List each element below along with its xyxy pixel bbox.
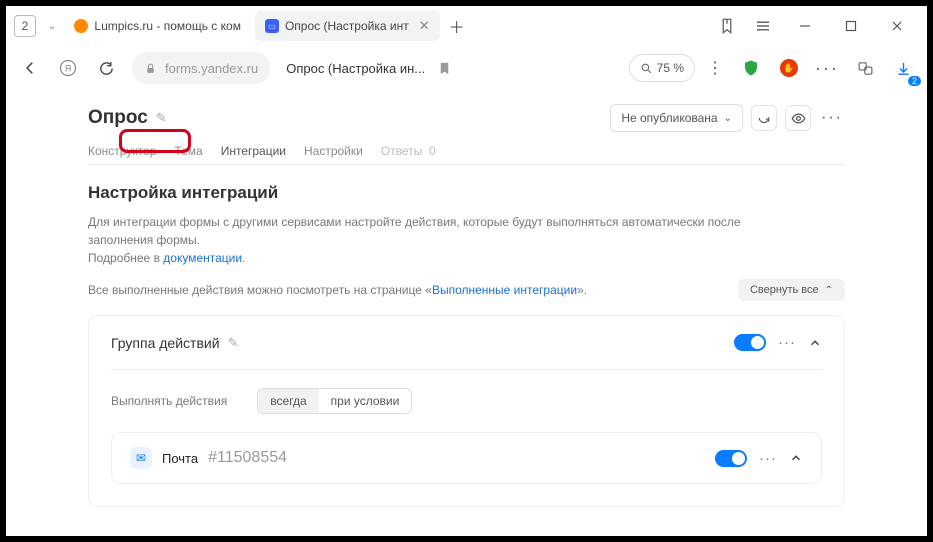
desc-line3a: Все выполненные действия можно посмотрет… xyxy=(88,283,432,297)
condition-segmented[interactable]: всегда при условии xyxy=(257,388,412,414)
tab-integrations[interactable]: Интеграции xyxy=(221,144,286,158)
tab-answers-count: 0 xyxy=(429,144,436,158)
tab-label: Lumpics.ru - помощь с ком xyxy=(94,19,241,33)
mail-menu-icon[interactable]: ··· xyxy=(759,450,777,467)
collapse-all-button[interactable]: Свернуть все ⌃ xyxy=(738,279,845,301)
form-header: Опрос ✎ Не опубликована ⌄ ··· xyxy=(88,104,845,132)
mail-action-card[interactable]: ✉ Почта #11508554 ··· xyxy=(111,432,822,484)
url-box[interactable]: forms.yandex.ru xyxy=(132,52,270,84)
search-icon xyxy=(640,62,653,75)
form-tabs: Конструктор Тема Интеграции Настройки От… xyxy=(88,144,845,165)
publish-status-label: Не опубликована xyxy=(621,111,717,125)
completed-integrations-link[interactable]: Выполненные интеграции xyxy=(432,283,577,297)
yandex-home-button[interactable]: Я xyxy=(52,52,84,84)
url-domain: forms.yandex.ru xyxy=(165,61,258,76)
zoom-value: 75 % xyxy=(657,61,684,75)
form-title: Опрос xyxy=(88,107,148,129)
group-title: Группа действий xyxy=(111,335,220,351)
page-title-text: Опрос (Настройка ин... xyxy=(286,61,425,76)
zoom-indicator[interactable]: 75 % xyxy=(629,54,695,82)
translate-icon[interactable] xyxy=(849,52,881,84)
desc-line3b: ». xyxy=(577,283,587,297)
reload-button[interactable] xyxy=(90,52,122,84)
section-title: Настройка интеграций xyxy=(88,183,845,203)
group-toggle[interactable] xyxy=(734,334,766,351)
mail-label: Почта xyxy=(162,451,198,466)
new-tab-button[interactable]: ＋ xyxy=(444,13,470,39)
tab-count-button[interactable]: 2 xyxy=(14,15,36,37)
group-collapse-icon[interactable] xyxy=(808,336,822,350)
section-description: Для интеграции формы с другими сервисами… xyxy=(88,213,748,267)
svg-text:Я: Я xyxy=(65,63,72,73)
adblock-icon[interactable]: ✋ xyxy=(773,52,805,84)
mail-toggle[interactable] xyxy=(715,450,747,467)
tab-settings[interactable]: Настройки xyxy=(304,144,363,158)
mail-id: #11508554 xyxy=(208,449,287,467)
group-menu-icon[interactable]: ··· xyxy=(778,334,796,351)
edit-title-icon[interactable]: ✎ xyxy=(156,110,167,126)
lumpics-favicon xyxy=(74,19,88,33)
preview-button[interactable] xyxy=(785,105,811,131)
desc-line2a: Подробнее в xyxy=(88,251,163,265)
maximize-button[interactable] xyxy=(829,11,873,41)
close-window-button[interactable] xyxy=(875,11,919,41)
back-button[interactable] xyxy=(14,52,46,84)
share-button[interactable] xyxy=(751,105,777,131)
actions-group-card: Группа действий ✎ ··· Выполнять действия… xyxy=(88,315,845,507)
minimize-button[interactable] xyxy=(783,11,827,41)
downloads-icon[interactable]: 2 xyxy=(887,52,919,84)
mail-collapse-icon[interactable] xyxy=(789,451,803,465)
annotation-highlight xyxy=(119,129,191,153)
bookmarks-icon[interactable] xyxy=(711,10,743,42)
page-content: Опрос ✎ Не опубликована ⌄ ··· Конструкто… xyxy=(6,90,927,536)
desc-line1: Для интеграции формы с другими сервисами… xyxy=(88,215,741,247)
tab-label: Опрос (Настройка инт xyxy=(285,19,409,33)
bookmark-icon[interactable] xyxy=(437,61,452,76)
mail-icon: ✉ xyxy=(130,447,152,469)
lock-icon xyxy=(144,62,157,75)
edit-group-icon[interactable]: ✎ xyxy=(228,335,239,351)
close-tab-icon[interactable]: ✕ xyxy=(419,18,430,34)
window-controls xyxy=(783,11,919,41)
titlebar: 2 ⌄ Lumpics.ru - помощь с ком ▭ Опрос (Н… xyxy=(6,6,927,46)
more-extensions-icon[interactable]: ··· xyxy=(811,52,843,84)
documentation-link[interactable]: документации xyxy=(163,251,242,265)
address-bar: Я forms.yandex.ru Опрос (Настройка ин...… xyxy=(6,46,927,90)
site-menu-icon[interactable]: ⋮ xyxy=(701,58,729,78)
chevron-down-icon: ⌄ xyxy=(724,113,732,124)
browser-window: 2 ⌄ Lumpics.ru - помощь с ком ▭ Опрос (Н… xyxy=(6,6,927,536)
tab-dropdown-icon[interactable]: ⌄ xyxy=(44,21,60,32)
tab-answers-label: Ответы xyxy=(381,144,422,158)
browser-tab-forms[interactable]: ▭ Опрос (Настройка инт ✕ xyxy=(255,11,440,41)
tab-answers[interactable]: Ответы 0 xyxy=(381,144,436,158)
seg-always[interactable]: всегда xyxy=(258,389,318,413)
collapse-all-label: Свернуть все xyxy=(750,284,819,296)
publish-status-button[interactable]: Не опубликована ⌄ xyxy=(610,104,743,132)
browser-tab-lumpics[interactable]: Lumpics.ru - помощь с ком xyxy=(64,11,251,41)
app-menu-icon[interactable] xyxy=(747,10,779,42)
protect-shield-icon[interactable] xyxy=(735,52,767,84)
seg-conditional[interactable]: при условии xyxy=(319,389,412,413)
notif-badge: 2 xyxy=(908,76,921,86)
forms-favicon: ▭ xyxy=(265,19,279,33)
more-actions-button[interactable]: ··· xyxy=(819,105,845,131)
perform-label: Выполнять действия xyxy=(111,394,227,408)
collapse-icon: ⌃ xyxy=(825,285,833,296)
